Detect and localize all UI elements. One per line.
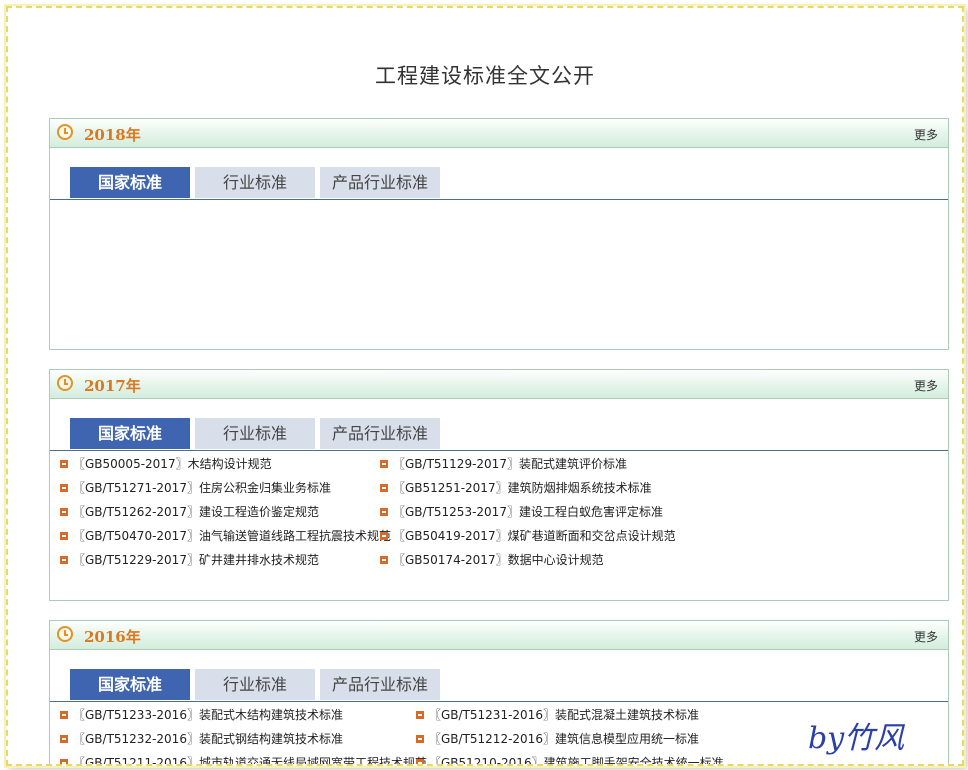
list-item[interactable]: 〖GB50419-2017〗煤矿巷道断面和交岔点设计规范 [380, 526, 676, 546]
document-icon [416, 710, 424, 719]
document-icon [380, 483, 388, 492]
section-header: 2016年 更多 [50, 621, 948, 650]
list-item[interactable]: 〖GB/T51253-2017〗建设工程白蚁危害评定标准 [380, 502, 663, 522]
tab-product-industry-standard[interactable]: 产品行业标准 [320, 669, 440, 700]
list-item[interactable]: 〖GB/T51212-2016〗建筑信息模型应用统一标准 [416, 729, 699, 749]
tab-bar: 国家标准 行业标准 产品行业标准 [50, 167, 948, 200]
document-icon [60, 710, 68, 719]
list-item[interactable]: 〖GB/T51233-2016〗装配式木结构建筑技术标准 [60, 705, 343, 725]
list-item[interactable]: 〖GB51251-2017〗建筑防烟排烟系统技术标准 [380, 478, 652, 498]
list-item[interactable]: 〖GB/T51231-2016〗装配式混凝土建筑技术标准 [416, 705, 699, 725]
section-year: 2017年 [84, 377, 141, 395]
document-icon [416, 734, 424, 743]
tab-product-industry-standard[interactable]: 产品行业标准 [320, 418, 440, 449]
clock-icon [57, 626, 73, 642]
clock-icon [57, 375, 73, 391]
document-icon [60, 507, 68, 516]
more-link[interactable]: 更多 [914, 126, 938, 143]
document-icon [60, 734, 68, 743]
list-item[interactable]: 〖GB/T50470-2017〗油气输送管道线路工程抗震技术规范 [60, 526, 391, 546]
more-link[interactable]: 更多 [914, 628, 938, 645]
list-item[interactable]: 〖GB50005-2017〗木结构设计规范 [60, 454, 272, 474]
list-item[interactable]: 〖GB51210-2016〗建筑施工脚手架安全技术统一标准 [416, 753, 724, 764]
tab-industry-standard[interactable]: 行业标准 [195, 418, 315, 449]
list-item[interactable]: 〖GB/T51232-2016〗装配式钢结构建筑技术标准 [60, 729, 343, 749]
section-header: 2018年 更多 [50, 119, 948, 148]
tab-bar: 国家标准 行业标准 产品行业标准 [50, 418, 948, 451]
section-year: 2016年 [84, 628, 141, 646]
page-frame: 工程建设标准全文公开 2018年 更多 国家标准 行业标准 产品行业标准 201… [6, 6, 964, 766]
document-icon [60, 531, 68, 540]
tab-national-standard[interactable]: 国家标准 [70, 167, 190, 198]
list-item[interactable]: 〖GB/T51271-2017〗住房公积金归集业务标准 [60, 478, 331, 498]
list-item[interactable]: 〖GB/T51211-2016〗城市轨道交通无线局域网宽带工程技术规范 [60, 753, 427, 764]
document-icon [380, 459, 388, 468]
clock-icon [57, 124, 73, 140]
document-icon [60, 758, 68, 764]
tab-industry-standard[interactable]: 行业标准 [195, 167, 315, 198]
list-item[interactable]: 〖GB/T51229-2017〗矿井建井排水技术规范 [60, 550, 319, 570]
tab-bar: 国家标准 行业标准 产品行业标准 [50, 669, 948, 702]
section-2017: 2017年 更多 国家标准 行业标准 产品行业标准 〖GB50005-2017〗… [49, 369, 949, 601]
list-item[interactable]: 〖GB/T51129-2017〗装配式建筑评价标准 [380, 454, 627, 474]
author-watermark: by竹风 [808, 721, 905, 756]
tab-national-standard[interactable]: 国家标准 [70, 669, 190, 700]
document-icon [380, 531, 388, 540]
more-link[interactable]: 更多 [914, 377, 938, 394]
tab-industry-standard[interactable]: 行业标准 [195, 669, 315, 700]
document-icon [60, 459, 68, 468]
tab-national-standard[interactable]: 国家标准 [70, 418, 190, 449]
document-icon [380, 507, 388, 516]
document-icon [60, 555, 68, 564]
page-title: 工程建设标准全文公开 [375, 64, 595, 88]
section-header: 2017年 更多 [50, 370, 948, 399]
document-icon [416, 758, 424, 764]
section-year: 2018年 [84, 126, 141, 144]
section-2018: 2018年 更多 国家标准 行业标准 产品行业标准 [49, 118, 949, 350]
list-item[interactable]: 〖GB50174-2017〗数据中心设计规范 [380, 550, 604, 570]
document-icon [60, 483, 68, 492]
tab-product-industry-standard[interactable]: 产品行业标准 [320, 167, 440, 198]
list-item[interactable]: 〖GB/T51262-2017〗建设工程造价鉴定规范 [60, 502, 319, 522]
document-icon [380, 555, 388, 564]
